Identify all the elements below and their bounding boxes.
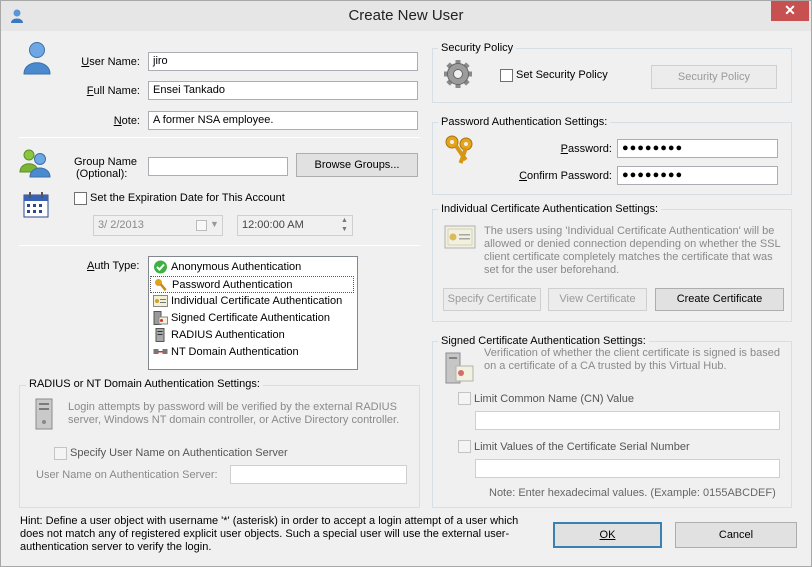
password-input[interactable]: ●●●●●●●●	[617, 139, 778, 158]
list-item[interactable]: NT Domain Authentication	[150, 344, 354, 361]
individual-cert-title: Individual Certificate Authentication Se…	[438, 203, 662, 215]
signed-cert-description: Verification of whether the client certi…	[484, 347, 780, 372]
signed-cert-title: Signed Certificate Authentication Settin…	[438, 335, 649, 347]
date-checkbox[interactable]	[196, 220, 207, 231]
certificate-icon	[153, 295, 168, 307]
note-input[interactable]: A former NSA employee.	[148, 111, 418, 130]
view-certificate-button[interactable]: View Certificate	[548, 288, 647, 311]
limit-serial-label: Limit Values of the Certificate Serial N…	[474, 441, 690, 453]
ok-button[interactable]: OK	[553, 522, 662, 548]
serial-value-input[interactable]	[475, 459, 780, 478]
create-certificate-button[interactable]: Create Certificate	[655, 288, 784, 311]
group-name-optional-label: (Optional):	[76, 168, 128, 180]
key-icon	[155, 279, 167, 292]
list-item[interactable]: Password Authentication	[150, 276, 354, 293]
expiration-date-picker[interactable]: 3/ 2/2013 ▼	[93, 215, 223, 236]
specify-certificate-button[interactable]: Specify Certificate	[443, 288, 541, 311]
password-settings-title: Password Authentication Settings:	[438, 116, 611, 128]
list-item[interactable]: Signed Certificate Authentication	[150, 310, 354, 327]
security-policy-title: Security Policy	[438, 42, 517, 54]
check-icon	[154, 260, 167, 274]
server-icon	[35, 398, 53, 430]
calendar-icon	[23, 192, 49, 218]
username-input[interactable]: jiro	[148, 52, 418, 71]
spin-arrows-icon[interactable]: ▲ ▼	[341, 216, 348, 234]
note-label: Note:	[113, 115, 140, 127]
radius-settings-title: RADIUS or NT Domain Authentication Setti…	[26, 378, 263, 390]
separator	[19, 137, 420, 138]
fullname-input[interactable]: Ensei Tankado	[148, 81, 418, 100]
security-policy-button[interactable]: Security Policy	[651, 65, 777, 89]
limit-serial-checkbox[interactable]	[458, 440, 471, 453]
expiration-checkbox[interactable]	[74, 192, 87, 205]
window-title: Create New User	[348, 7, 464, 24]
username-label: User Name:	[81, 56, 140, 68]
auth-type-list[interactable]: Anonymous Authentication Password Authen…	[148, 256, 358, 370]
specify-username-checkbox[interactable]	[54, 447, 67, 460]
cancel-button[interactable]: Cancel	[675, 522, 797, 548]
server-username-input[interactable]	[230, 465, 407, 484]
specify-username-label: Specify User Name on Authentication Serv…	[70, 447, 288, 459]
individual-cert-description: The users using 'Individual Certificate …	[484, 225, 781, 276]
group-icon	[19, 149, 51, 178]
auth-type-label: Auth Type:	[87, 260, 140, 272]
expiration-label: Set the Expiration Date for This Account	[90, 192, 285, 204]
limit-cn-checkbox[interactable]	[458, 392, 471, 405]
key-icon	[445, 135, 473, 164]
server-username-label: User Name on Authentication Server:	[36, 469, 218, 481]
password-label: Password:	[560, 143, 612, 155]
serial-note: Note: Enter hexadecimal values. (Example…	[489, 487, 776, 499]
expiration-time-picker[interactable]: 12:00:00 AM ▲ ▼	[237, 215, 353, 236]
hint-text: Hint: Define a user object with username…	[20, 515, 519, 553]
certificate-icon	[444, 225, 476, 249]
limit-cn-label: Limit Common Name (CN) Value	[474, 393, 634, 405]
group-name-input[interactable]	[148, 157, 288, 176]
confirm-password-input[interactable]: ●●●●●●●●	[617, 166, 778, 185]
close-button[interactable]: ✕	[771, 1, 809, 21]
date-value: 3/ 2/2013	[98, 219, 144, 231]
server-icon	[155, 328, 165, 342]
list-item[interactable]: RADIUS Authentication	[150, 327, 354, 344]
gear-icon	[444, 60, 472, 88]
network-icon	[153, 349, 168, 354]
list-item[interactable]: Anonymous Authentication	[150, 259, 354, 276]
radius-description: Login attempts by password will be verif…	[68, 401, 400, 426]
security-policy-checkbox[interactable]	[500, 69, 513, 82]
security-policy-checkbox-label: Set Security Policy	[516, 69, 608, 81]
fullname-label: Full Name:	[86, 85, 140, 97]
time-value: 12:00:00 AM	[242, 219, 304, 231]
list-item[interactable]: Individual Certificate Authentication	[150, 293, 354, 310]
cn-value-input[interactable]	[475, 411, 780, 430]
group-name-label: Group Name	[74, 156, 137, 168]
server-cert-icon	[153, 311, 168, 325]
chevron-down-icon[interactable]: ▼	[210, 219, 219, 229]
browse-groups-button[interactable]: Browse Groups...	[296, 153, 418, 177]
separator	[19, 245, 420, 246]
server-cert-icon	[445, 352, 474, 384]
confirm-password-label: Confirm Password:	[519, 170, 612, 182]
